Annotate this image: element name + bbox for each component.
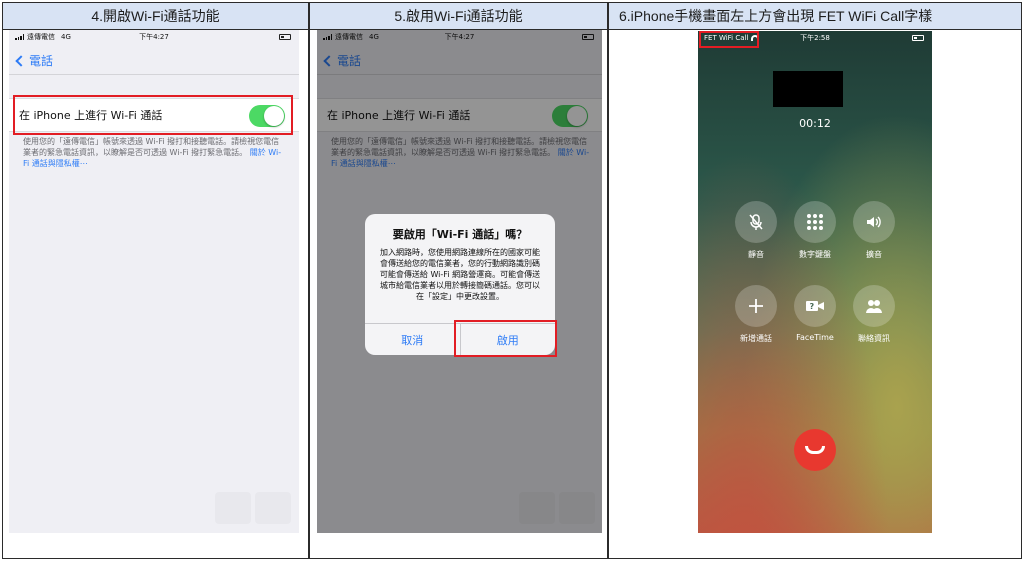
status-bar: 遠傳電信 4G 下午4:27 (9, 30, 299, 44)
contacts-icon (853, 285, 895, 327)
faded-button (215, 492, 251, 524)
highlight-box-enable (454, 320, 557, 357)
key-label: 靜音 (748, 250, 764, 259)
phone-hangup-icon (805, 446, 825, 454)
back-button[interactable]: 電話 (15, 52, 54, 69)
battery-icon (279, 34, 291, 40)
wifi-calling-footer: 使用您的「遠傳電信」帳號來透過 Wi-Fi 撥打和接聽電話。請檢視您電信業者的緊… (23, 136, 287, 169)
speaker-key[interactable]: 擴音 (852, 201, 896, 260)
speaker-icon (853, 201, 895, 243)
highlight-box-fet (699, 31, 759, 48)
step-4-panel: 4.開啟Wi-Fi通話功能 遠傳電信 4G 下午4:27 電話 在 iPhone… (2, 2, 309, 559)
step-4-header: 4.開啟Wi-Fi通話功能 (3, 3, 308, 30)
svg-text:?: ? (810, 302, 815, 311)
add-call-key[interactable]: 新增通話 (734, 285, 778, 344)
key-label: 聯絡資訊 (858, 334, 890, 343)
settings-screen-dimmed: 遠傳電信 4G 下午4:27 電話 在 iPhone 上進行 Wi-Fi 通話 … (317, 30, 602, 533)
mute-key[interactable]: 靜音 (734, 201, 778, 260)
mic-off-icon (735, 201, 777, 243)
alert-title: 要啟用「Wi-Fi 通話」嗎？ (392, 228, 528, 241)
step-6-panel: 6.iPhone手機畫面左上方會出現 FET WiFi Call字樣 FET W… (608, 2, 1022, 559)
key-label: 新增通話 (740, 334, 772, 343)
step-5-header: 5.啟用Wi-Fi通話功能 (310, 3, 607, 30)
footer-text: 使用您的「遠傳電信」帳號來透過 Wi-Fi 撥打和接聽電話。請檢視您電信業者的緊… (23, 137, 280, 157)
facetime-icon: ? (794, 285, 836, 327)
nav-divider (9, 74, 299, 75)
step-6-header: 6.iPhone手機畫面左上方會出現 FET WiFi Call字樣 (609, 3, 1021, 30)
step-5-panel: 5.啟用Wi-Fi通話功能 遠傳電信 4G 下午4:27 電話 在 iPhone… (309, 2, 608, 559)
contacts-key[interactable]: 聯絡資訊 (852, 285, 896, 344)
key-label: 數字鍵盤 (799, 250, 831, 259)
highlight-box-toggle (13, 95, 293, 135)
call-duration: 00:12 (799, 117, 831, 130)
plus-icon (735, 285, 777, 327)
back-label: 電話 (29, 54, 54, 68)
keypad-icon (794, 201, 836, 243)
end-call-button[interactable] (794, 429, 836, 471)
chevron-left-icon (15, 54, 27, 67)
facetime-key[interactable]: ? FaceTime (793, 285, 837, 342)
settings-screen: 遠傳電信 4G 下午4:27 電話 在 iPhone 上進行 Wi-Fi 通話 … (9, 30, 299, 533)
redacted-caller-name (773, 71, 843, 107)
battery-icon (912, 35, 924, 41)
key-label: FaceTime (796, 333, 834, 342)
status-time: 下午4:27 (139, 33, 169, 41)
tutorial-figure: 4.開啟Wi-Fi通話功能 遠傳電信 4G 下午4:27 電話 在 iPhone… (0, 0, 1024, 567)
keypad-key[interactable]: 數字鍵盤 (793, 201, 837, 260)
alert-message: 加入網路時，您使用網路連線所在的國家可能會傳送給您的電信業者，您的行動網路識別碼… (379, 248, 541, 301)
key-label: 擴音 (866, 250, 882, 259)
faded-button (255, 492, 291, 524)
call-screen: FET WiFi Call 下午2:58 00:12 靜音 數字鍵盤 擴音 新增… (698, 31, 932, 533)
cancel-button[interactable]: 取消 (365, 324, 460, 355)
